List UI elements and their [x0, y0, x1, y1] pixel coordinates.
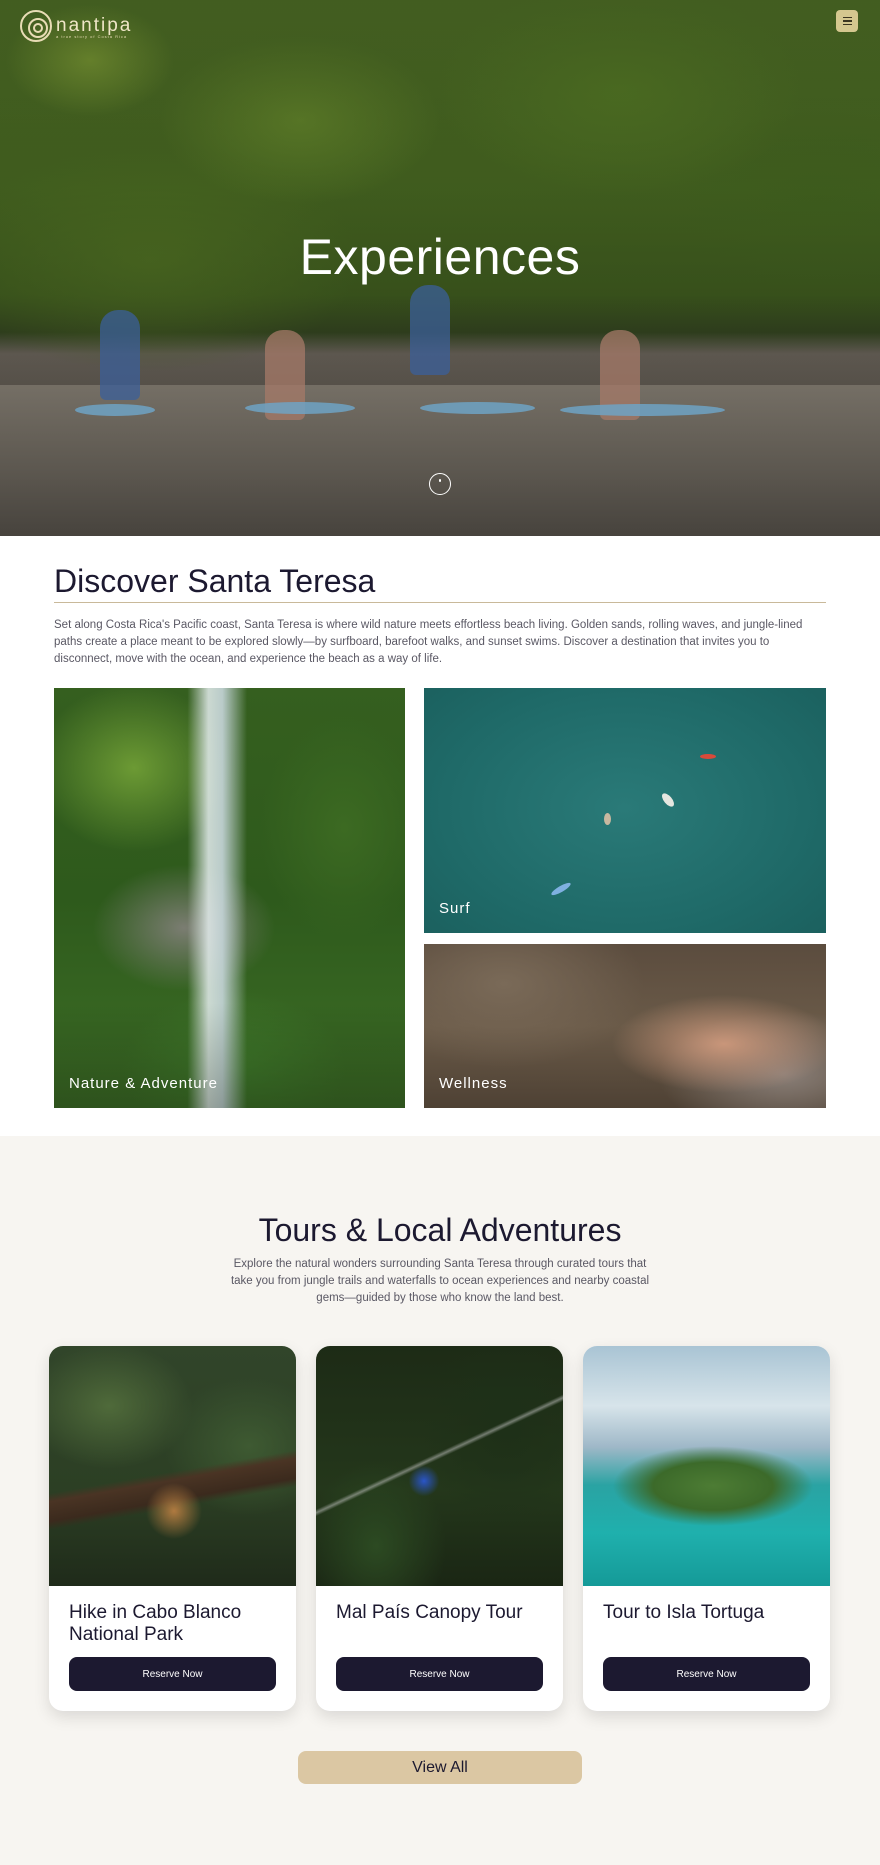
hero-title: Experiences	[299, 229, 581, 285]
tile-nature-adventure[interactable]: Nature & Adventure	[54, 688, 405, 1108]
tile-surf[interactable]: Surf	[424, 688, 826, 933]
logo[interactable]: nantipa a true story of Costa Rica	[20, 10, 132, 42]
tile-label: Surf	[439, 900, 471, 917]
discover-title: Discover Santa Teresa	[54, 563, 376, 599]
reserve-button[interactable]: Reserve Now	[69, 1657, 276, 1691]
hamburger-icon-line	[842, 20, 852, 22]
tour-card-title: Mal País Canopy Tour	[336, 1602, 523, 1623]
hero-surfboard	[560, 404, 725, 416]
hero-surfboard	[245, 402, 355, 414]
surf-board	[549, 880, 573, 898]
surf-swimmer	[604, 813, 611, 825]
surf-board	[659, 791, 677, 809]
tile-label: Wellness	[439, 1075, 508, 1092]
surf-kayak	[700, 754, 716, 759]
tour-card[interactable]: Mal País Canopy Tour Reserve Now	[316, 1346, 563, 1711]
tours-title: Tours & Local Adventures	[258, 1212, 622, 1248]
tour-card-image	[49, 1346, 296, 1586]
tile-label: Nature & Adventure	[69, 1075, 218, 1092]
tour-card[interactable]: Tour to Isla Tortuga Reserve Now	[583, 1346, 830, 1711]
tour-card-image	[316, 1346, 563, 1586]
hamburger-icon	[842, 16, 852, 19]
tour-card-title: Hike in Cabo Blanco National Park	[69, 1602, 242, 1645]
logo-subtitle: a true story of Costa Rica	[56, 34, 128, 39]
tour-card-title: Tour to Isla Tortuga	[603, 1602, 765, 1623]
tours-description: Explore the natural wonders surrounding …	[230, 1258, 650, 1304]
reserve-button[interactable]: Reserve Now	[336, 1657, 543, 1691]
logo-spiral-icon	[20, 10, 52, 42]
reserve-button[interactable]: Reserve Now	[603, 1657, 810, 1691]
hero-surfer	[410, 285, 450, 375]
divider	[54, 602, 826, 603]
hero-surfboard	[75, 404, 155, 416]
discover-description: Set along Costa Rica's Pacific coast, Sa…	[54, 619, 803, 665]
menu-button[interactable]	[836, 10, 858, 32]
tour-card[interactable]: Hike in Cabo Blanco National Park Reserv…	[49, 1346, 296, 1711]
hamburger-icon-line	[842, 23, 852, 26]
tour-card-image	[583, 1346, 830, 1586]
hero-surfboard	[420, 402, 535, 414]
hero-section: nantipa a true story of Costa Rica Exper…	[0, 0, 880, 536]
tile-wellness[interactable]: Wellness	[424, 944, 826, 1108]
view-all-button[interactable]: View All	[298, 1751, 582, 1784]
hero-surfer	[100, 310, 140, 400]
scroll-down-icon[interactable]	[429, 473, 451, 495]
